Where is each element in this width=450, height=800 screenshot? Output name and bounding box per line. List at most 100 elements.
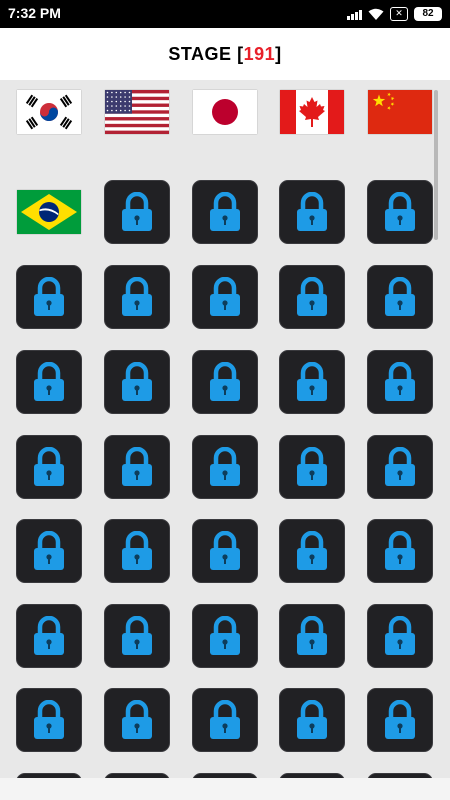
lock-icon (120, 447, 154, 487)
locked-level-tile[interactable] (367, 604, 433, 668)
lock-icon (295, 616, 329, 656)
locked-tile-background (16, 688, 82, 752)
lock-icon (208, 616, 242, 656)
locked-level-tile[interactable] (104, 350, 170, 414)
locked-tile-background (367, 604, 433, 668)
locked-tile-background (104, 604, 170, 668)
scrollbar[interactable] (434, 90, 438, 240)
stage-number: 191 (243, 43, 276, 64)
locked-tile-background (16, 519, 82, 583)
locked-level-tile[interactable] (279, 265, 345, 329)
locked-level-tile[interactable] (104, 519, 170, 583)
level-canada[interactable] (279, 80, 345, 144)
lock-icon (208, 192, 242, 232)
locked-tile-background (104, 435, 170, 499)
locked-tile-background (16, 265, 82, 329)
locked-tile-background (279, 350, 345, 414)
lock-icon (208, 531, 242, 571)
lock-icon (32, 700, 66, 740)
lock-icon (32, 447, 66, 487)
locked-tile-background (367, 688, 433, 752)
level-south-korea[interactable] (16, 80, 82, 144)
status-icons: ✕ 82 (347, 6, 442, 22)
lock-icon (120, 616, 154, 656)
locked-level-tile[interactable] (192, 688, 258, 752)
china-flag-icon (368, 90, 432, 134)
locked-level-tile[interactable] (104, 265, 170, 329)
signal-icon (347, 8, 362, 20)
lock-icon (295, 277, 329, 317)
lock-icon (208, 277, 242, 317)
lock-icon (32, 531, 66, 571)
stage-prefix: STAGE [ (168, 43, 244, 64)
lock-icon (120, 700, 154, 740)
locked-tile-background (104, 265, 170, 329)
locked-tile-background (192, 180, 258, 244)
locked-level-tile[interactable] (279, 688, 345, 752)
locked-level-tile[interactable] (104, 180, 170, 244)
lock-icon (383, 700, 417, 740)
locked-level-tile[interactable] (104, 435, 170, 499)
brazil-flag-icon (17, 190, 81, 234)
lock-icon (120, 531, 154, 571)
locked-level-tile[interactable] (16, 265, 82, 329)
locked-level-tile[interactable] (16, 519, 82, 583)
locked-level-tile[interactable] (192, 180, 258, 244)
locked-level-tile[interactable] (367, 265, 433, 329)
lock-icon (208, 447, 242, 487)
locked-level-tile[interactable] (104, 688, 170, 752)
locked-level-tile[interactable] (104, 604, 170, 668)
locked-level-tile[interactable] (192, 350, 258, 414)
lock-icon (295, 531, 329, 571)
locked-tile-background (279, 265, 345, 329)
lock-icon (383, 531, 417, 571)
lock-icon (32, 277, 66, 317)
locked-tile-background (279, 604, 345, 668)
lock-icon (295, 362, 329, 402)
locked-level-tile[interactable] (16, 435, 82, 499)
lock-icon (208, 362, 242, 402)
close-icon: ✕ (390, 7, 408, 21)
wifi-icon (368, 8, 384, 20)
status-bar: 7:32 PM ✕ 82 (0, 0, 450, 28)
locked-level-tile[interactable] (367, 435, 433, 499)
locked-level-tile[interactable] (16, 688, 82, 752)
lock-icon (32, 616, 66, 656)
locked-tile-background (16, 435, 82, 499)
locked-level-tile[interactable] (279, 350, 345, 414)
level-japan[interactable] (192, 80, 258, 144)
locked-level-tile[interactable] (16, 350, 82, 414)
status-time: 7:32 PM (8, 5, 61, 21)
locked-level-tile[interactable] (367, 350, 433, 414)
lock-icon (383, 616, 417, 656)
locked-level-tile[interactable] (367, 519, 433, 583)
locked-level-tile[interactable] (279, 435, 345, 499)
stage-suffix: ] (275, 43, 282, 64)
locked-tile-background (367, 350, 433, 414)
locked-tile-background (192, 688, 258, 752)
locked-level-tile[interactable] (279, 604, 345, 668)
locked-level-tile[interactable] (279, 180, 345, 244)
lock-icon (383, 277, 417, 317)
locked-tile-background (192, 265, 258, 329)
locked-level-tile[interactable] (367, 688, 433, 752)
level-china[interactable] (367, 80, 433, 144)
lock-icon (383, 362, 417, 402)
lock-icon (383, 192, 417, 232)
locked-level-tile[interactable] (279, 519, 345, 583)
locked-level-tile[interactable] (16, 604, 82, 668)
locked-level-tile[interactable] (192, 604, 258, 668)
level-usa[interactable] (104, 80, 170, 144)
lock-icon (295, 447, 329, 487)
locked-level-tile[interactable] (367, 180, 433, 244)
locked-tile-background (16, 350, 82, 414)
locked-level-tile[interactable] (192, 435, 258, 499)
locked-level-tile[interactable] (192, 265, 258, 329)
lock-icon (120, 362, 154, 402)
usa-flag-icon (105, 90, 169, 134)
locked-tile-background (192, 519, 258, 583)
level-brazil[interactable] (16, 180, 82, 244)
canada-flag-icon (280, 90, 344, 134)
lock-icon (295, 192, 329, 232)
locked-level-tile[interactable] (192, 519, 258, 583)
